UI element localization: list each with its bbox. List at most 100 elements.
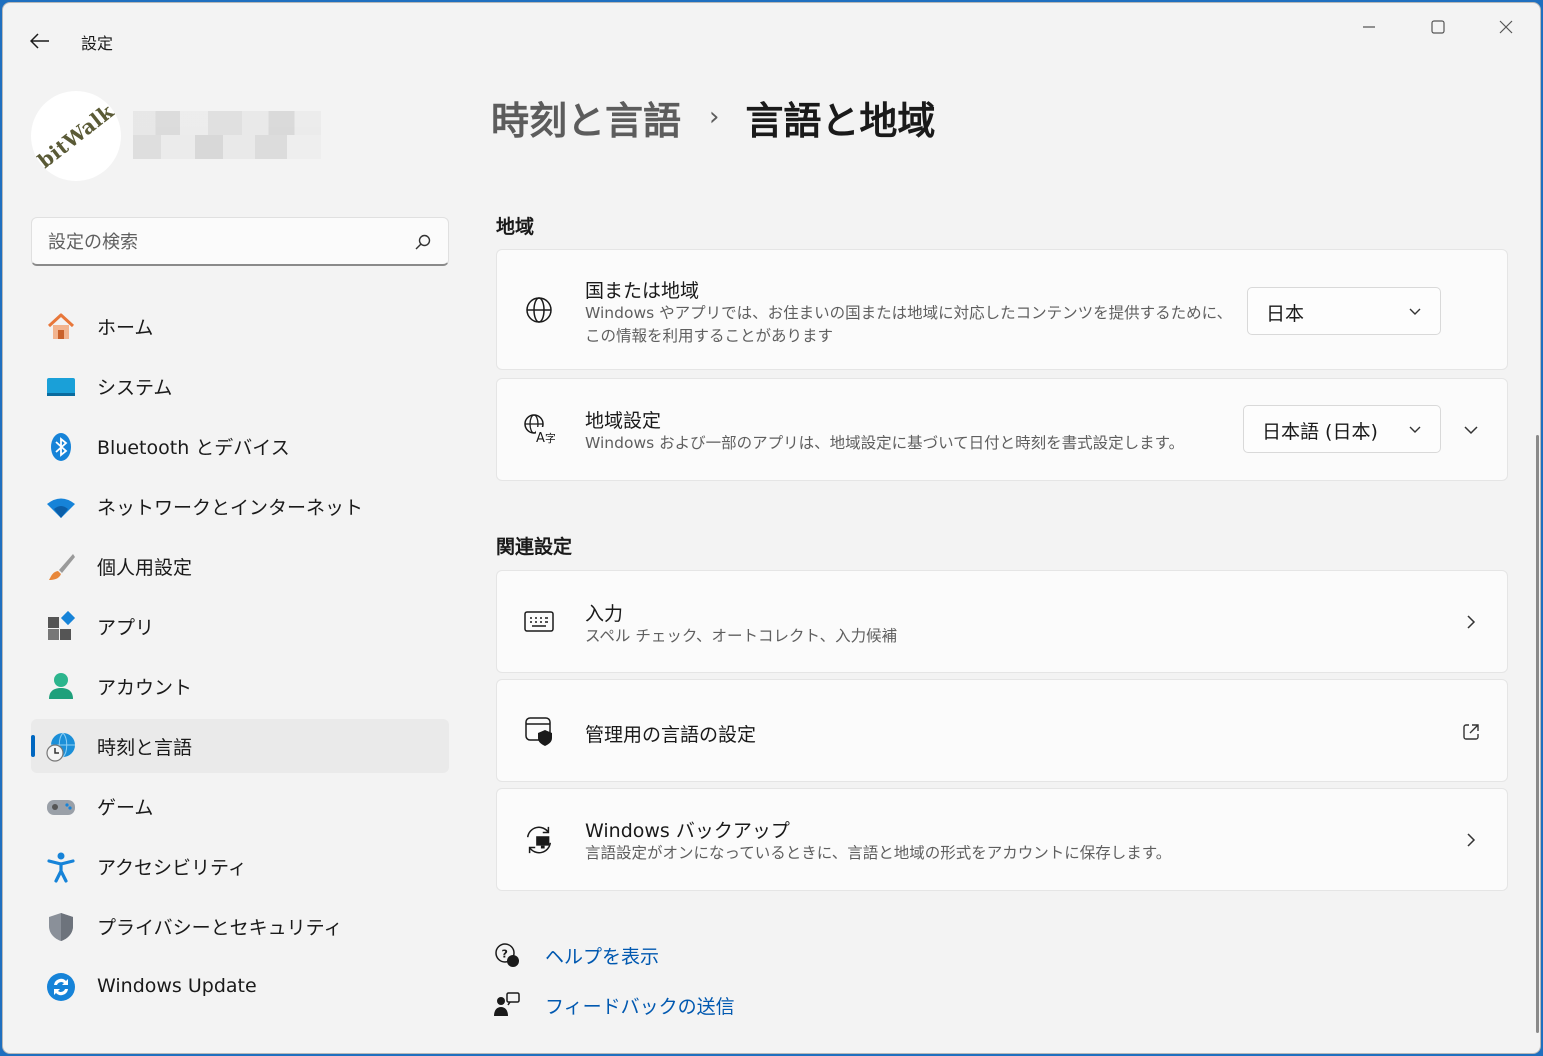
regional-format-title: 地域設定 <box>585 410 662 432</box>
globe-icon <box>523 294 555 326</box>
account-icon <box>45 671 77 703</box>
sidebar-item-label: システム <box>97 376 173 399</box>
feedback-link[interactable]: フィードバックの送信 <box>545 992 735 1019</box>
regional-format-value: 日本語 (日本) <box>1262 421 1378 443</box>
section-title-related: 関連設定 <box>496 536 573 558</box>
sidebar-item-label: 個人用設定 <box>97 556 193 579</box>
country-region-dropdown[interactable]: 日本 <box>1247 287 1441 335</box>
breadcrumb-chevron-icon: › <box>709 102 720 132</box>
app-title: 設定 <box>81 34 114 53</box>
chevron-down-icon <box>1409 308 1421 315</box>
sidebar-item-label: アプリ <box>97 616 155 639</box>
breadcrumb: 時刻と言語 › 言語と地域 <box>491 87 935 147</box>
windows-backup-title: Windows バックアップ <box>585 820 790 842</box>
language-format-icon: A 字 <box>523 413 555 445</box>
breadcrumb-parent-link[interactable]: 時刻と言語 <box>491 90 681 145</box>
sidebar-item-label: ホーム <box>97 316 154 339</box>
chevron-right-icon <box>1467 615 1476 629</box>
keyboard-icon <box>523 606 555 638</box>
sidebar-item-bluetooth[interactable]: Bluetooth とデバイス <box>31 419 449 473</box>
country-region-card: 国または地域 Windows やアプリでは、お住まいの国または地域に対応したコン… <box>496 249 1508 370</box>
apps-icon <box>45 611 77 643</box>
sidebar-item-label: 時刻と言語 <box>97 736 193 759</box>
svg-text:字: 字 <box>545 431 555 445</box>
shield-icon <box>45 911 77 943</box>
regional-format-card[interactable]: A 字 地域設定 Windows および一部のアプリは、地域設定に基づいて日付と… <box>496 378 1508 481</box>
sidebar-item-home[interactable]: ホーム <box>31 299 449 353</box>
sidebar-item-label: Bluetooth とデバイス <box>97 436 290 459</box>
title-bar: 設定 <box>3 3 1540 73</box>
search-icon[interactable] <box>414 233 432 251</box>
country-region-desc-line2: この情報を利用することがあります <box>585 327 834 345</box>
brush-icon <box>45 551 77 583</box>
back-button[interactable] <box>25 27 55 55</box>
feedback-icon <box>493 991 521 1019</box>
help-row[interactable]: ? ヘルプを表示 <box>493 939 659 971</box>
admin-shield-window-icon <box>523 715 555 747</box>
update-icon <box>45 971 77 1003</box>
maximize-icon <box>1431 20 1445 34</box>
search-box[interactable] <box>31 217 449 266</box>
wifi-icon <box>45 491 77 523</box>
sidebar-item-gaming[interactable]: ゲーム <box>31 779 449 833</box>
typing-card[interactable]: 入力 スペル チェック、オートコレクト、入力候補 <box>496 570 1508 673</box>
sidebar-item-label: プライバシーとセキュリティ <box>97 916 343 939</box>
sidebar-item-accessibility[interactable]: アクセシビリティ <box>31 839 449 893</box>
sidebar-item-personalization[interactable]: 個人用設定 <box>31 539 449 593</box>
settings-window: 設定 bitWalk 設定の検索 ホーム システム Bluetooth とデバイ… <box>2 2 1541 1054</box>
sidebar-item-label: Windows Update <box>97 975 257 997</box>
country-region-value: 日本 <box>1266 303 1305 325</box>
sidebar-item-accounts[interactable]: アカウント <box>31 659 449 713</box>
open-external-icon <box>1463 724 1479 740</box>
sidebar-nav: ホーム システム Bluetooth とデバイス ネットワークとインターネット … <box>31 299 449 1019</box>
admin-language-card[interactable]: 管理用の言語の設定 <box>496 679 1508 782</box>
svg-text:A: A <box>536 431 545 445</box>
bluetooth-icon <box>45 431 77 463</box>
regional-format-desc: Windows および一部のアプリは、地域設定に基づいて日付と時刻を書式設定しま… <box>585 434 1185 452</box>
sidebar-item-label: アカウント <box>97 676 193 699</box>
section-title-region: 地域 <box>496 216 535 238</box>
regional-format-dropdown[interactable]: 日本語 (日本) <box>1243 405 1441 453</box>
sidebar-item-system[interactable]: システム <box>31 359 449 413</box>
avatar-logo-text: bitWalk <box>33 99 119 173</box>
backup-sync-icon <box>523 824 555 856</box>
sidebar-item-time-language[interactable]: 時刻と言語 <box>31 719 449 773</box>
windows-backup-desc: 言語設定がオンになっているときに、言語と地域の形式をアカウントに保存します。 <box>585 844 1172 862</box>
minimize-button[interactable] <box>1346 11 1392 43</box>
minimize-icon <box>1363 26 1375 28</box>
avatar[interactable]: bitWalk <box>31 91 121 181</box>
svg-text:?: ? <box>502 948 508 961</box>
help-chat-icon: ? <box>493 941 521 969</box>
back-arrow-icon <box>30 33 49 49</box>
typing-desc: スペル チェック、オートコレクト、入力候補 <box>585 627 898 645</box>
sidebar-item-label: ゲーム <box>97 796 154 819</box>
expand-chevron-icon[interactable] <box>1463 422 1479 438</box>
system-icon <box>45 371 77 403</box>
country-region-title: 国または地域 <box>585 280 700 302</box>
feedback-row[interactable]: フィードバックの送信 <box>493 989 735 1021</box>
typing-title: 入力 <box>585 603 624 625</box>
help-link[interactable]: ヘルプを表示 <box>545 942 659 969</box>
maximize-button[interactable] <box>1415 11 1461 43</box>
close-icon <box>1499 20 1513 34</box>
chevron-down-icon <box>1409 426 1421 433</box>
home-icon <box>45 311 77 343</box>
sidebar-item-label: ネットワークとインターネット <box>97 496 364 519</box>
sidebar-item-apps[interactable]: アプリ <box>31 599 449 653</box>
gamepad-icon <box>45 791 77 823</box>
close-button[interactable] <box>1483 11 1529 43</box>
page-title: 言語と地域 <box>745 98 936 143</box>
vertical-scrollbar[interactable] <box>1536 435 1539 1033</box>
country-region-desc-line1: Windows やアプリでは、お住まいの国または地域に対応したコンテンツを提供す… <box>585 304 1233 322</box>
sidebar-item-network[interactable]: ネットワークとインターネット <box>31 479 449 533</box>
accessibility-icon <box>45 851 77 883</box>
sidebar-item-windows-update[interactable]: Windows Update <box>31 959 449 1013</box>
admin-language-title: 管理用の言語の設定 <box>585 724 757 746</box>
sidebar-item-privacy[interactable]: プライバシーとセキュリティ <box>31 899 449 953</box>
profile-name-redacted <box>133 111 321 159</box>
windows-backup-card[interactable]: Windows バックアップ 言語設定がオンになっているときに、言語と地域の形式… <box>496 788 1508 891</box>
chevron-right-icon <box>1467 833 1476 847</box>
search-input[interactable] <box>48 229 408 255</box>
sidebar-item-label: アクセシビリティ <box>97 856 247 879</box>
time-language-icon <box>45 731 77 763</box>
